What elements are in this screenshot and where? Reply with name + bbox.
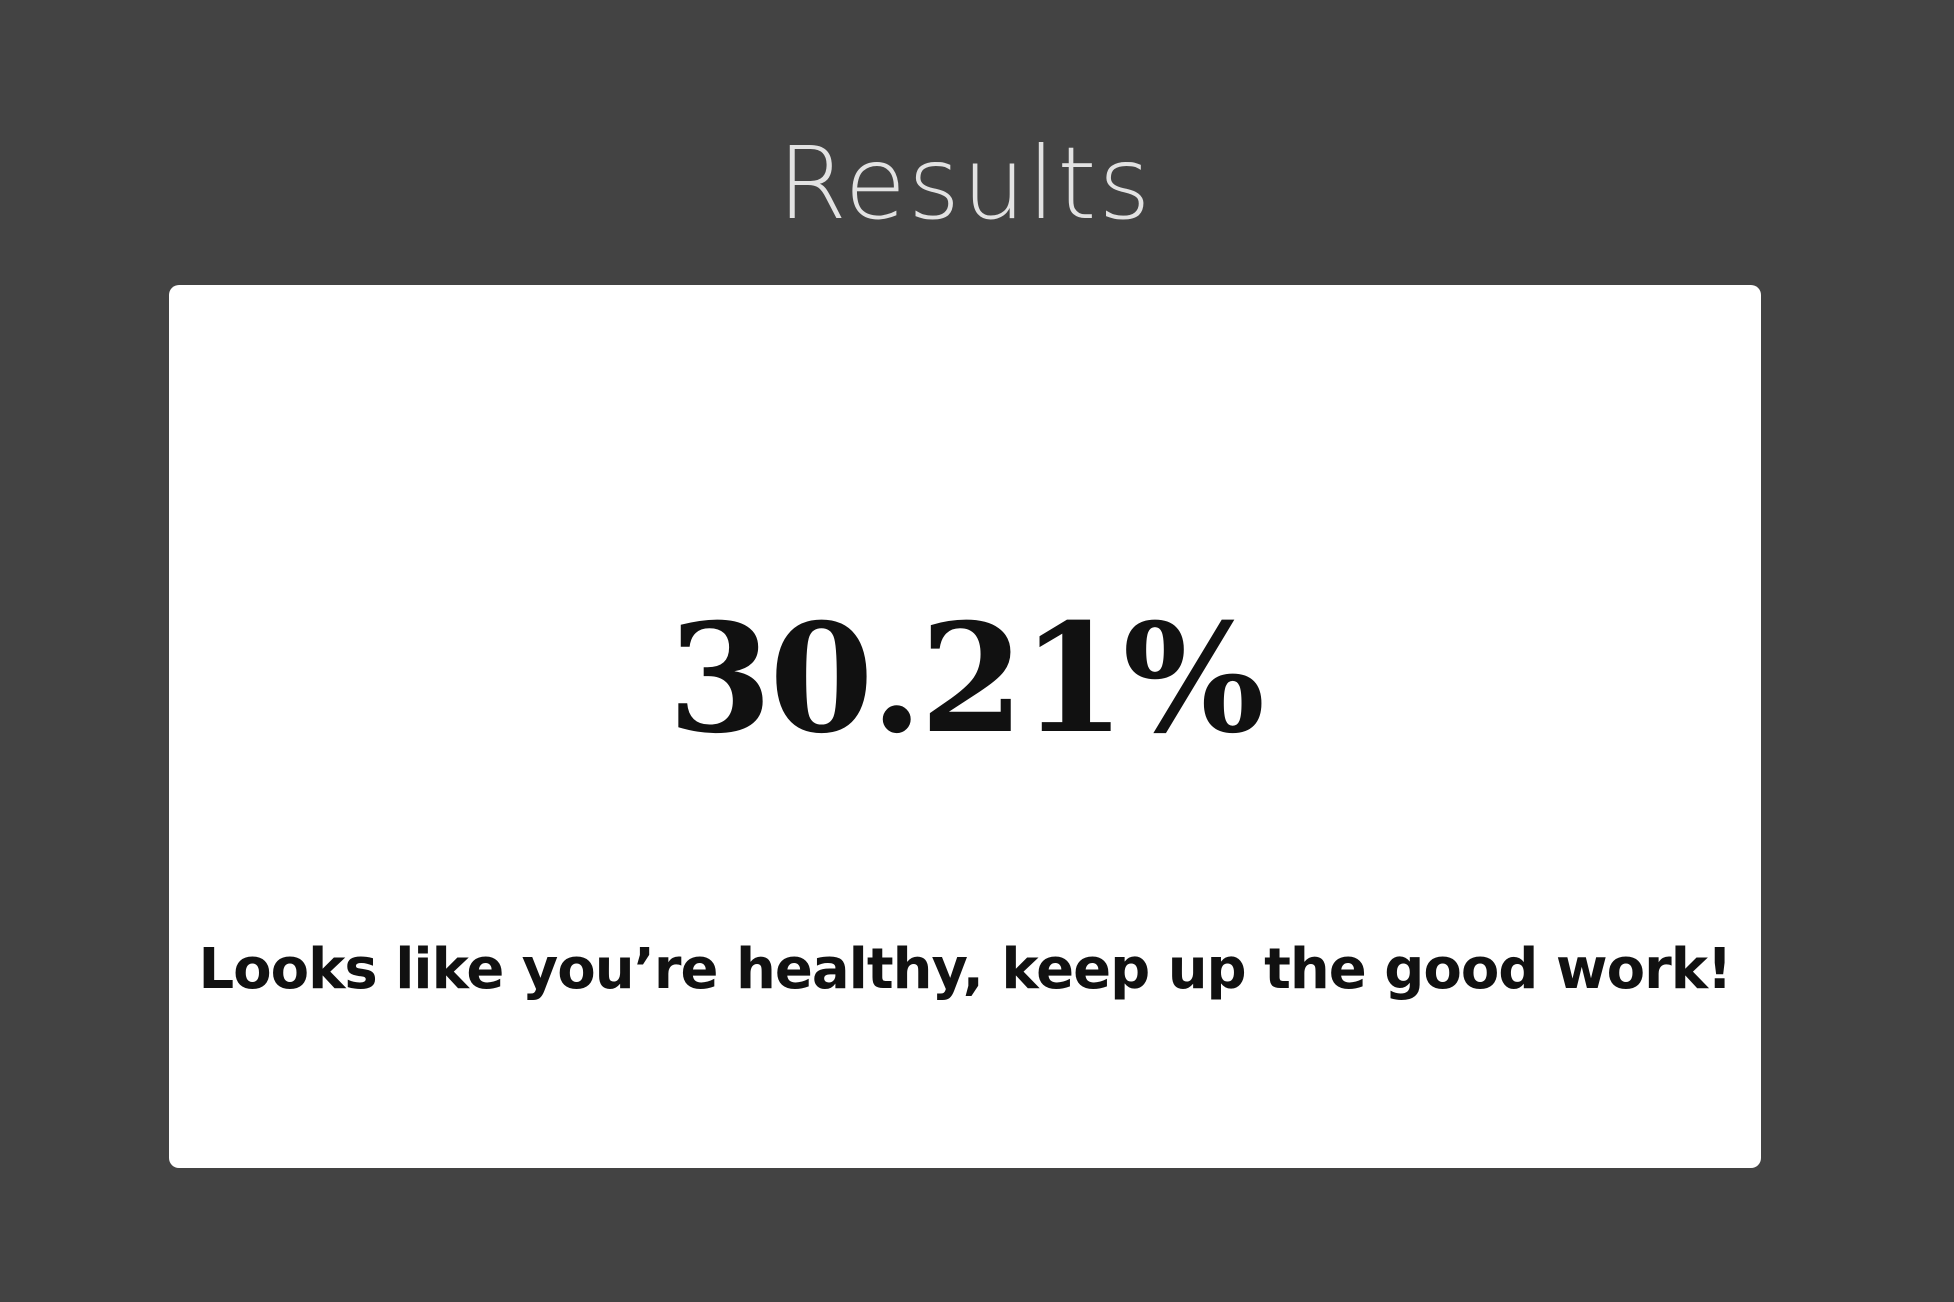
results-card: 30.21% Looks like you’re healthy, keep u… xyxy=(169,285,1761,1168)
result-percentage: 30.21% xyxy=(667,591,1265,767)
result-message: Looks like you’re healthy, keep up the g… xyxy=(198,937,1733,1002)
page-title: Results xyxy=(777,125,1153,242)
